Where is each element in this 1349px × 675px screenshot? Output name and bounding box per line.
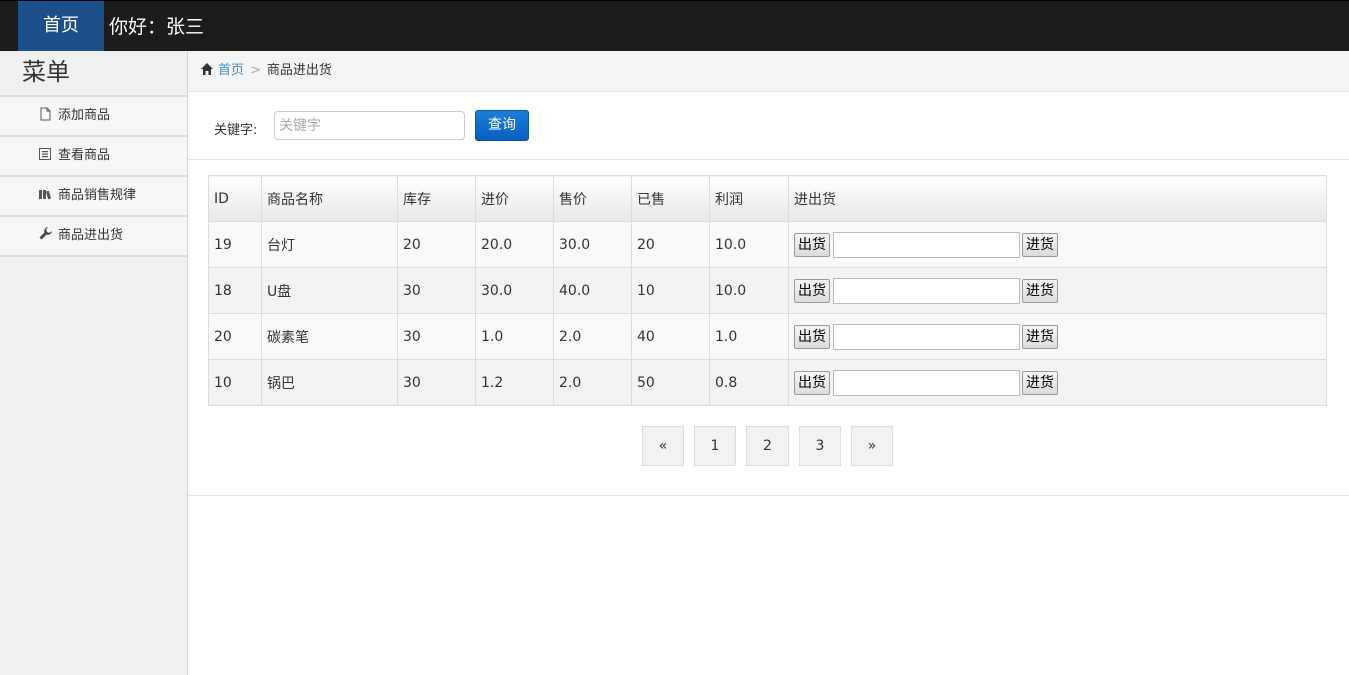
cell-cost: 30.0: [475, 267, 554, 314]
top-navbar: 首页 你好：张三: [0, 0, 1349, 51]
cell-cost: 20.0: [475, 221, 554, 268]
product-table: ID 商品名称 库存 进价 售价 已售 利润 进出货 19 台灯 20 20.0…: [208, 175, 1327, 406]
sidebar-item-label: 添加商品: [58, 108, 111, 123]
user-greeting: 你好：张三: [109, 16, 205, 38]
cell-profit: 10.0: [709, 221, 789, 268]
cell-stock: 30: [397, 313, 476, 360]
table-row: 20 碳素笔 30 1.0 2.0 40 1.0 出货 进货: [208, 313, 1327, 360]
column-header-actions: 进出货: [788, 175, 1327, 222]
stock-in-button[interactable]: 进货: [1022, 324, 1058, 349]
quantity-input[interactable]: [833, 277, 1020, 304]
breadcrumb: 首页 > 商品进出货: [188, 51, 1349, 92]
cell-actions: 出货 进货: [788, 221, 1327, 268]
keyword-input[interactable]: [274, 111, 465, 140]
column-header-cost: 进价: [475, 175, 554, 222]
query-button[interactable]: 查询: [475, 110, 529, 141]
pagination-prev-button[interactable]: «: [642, 426, 684, 466]
cell-stock: 20: [397, 221, 476, 268]
cell-profit: 0.8: [709, 359, 789, 406]
stock-in-button[interactable]: 进货: [1022, 278, 1058, 303]
nav-home-button[interactable]: 首页: [18, 1, 104, 51]
breadcrumb-separator: >: [250, 63, 261, 78]
sidebar-item-view-products[interactable]: 查看商品: [0, 137, 187, 177]
quantity-input[interactable]: [833, 231, 1020, 258]
product-panel: ID 商品名称 库存 进价 售价 已售 利润 进出货 19 台灯 20 20.0…: [188, 161, 1349, 496]
cell-id: 19: [208, 221, 262, 268]
cell-price: 40.0: [553, 267, 632, 314]
cell-name: 碳素笔: [261, 313, 398, 360]
cell-name: 锅巴: [261, 359, 398, 406]
column-header-name: 商品名称: [261, 175, 398, 222]
column-header-stock: 库存: [397, 175, 476, 222]
cell-stock: 30: [397, 267, 476, 314]
cell-sold: 10: [631, 267, 710, 314]
cell-id: 20: [208, 313, 262, 360]
sidebar: 菜单 添加商品 查看商品 商品销售规律 商品进出货: [0, 51, 188, 675]
keyword-label: 关键字:: [214, 123, 258, 138]
cell-price: 2.0: [553, 313, 632, 360]
pagination-page-1[interactable]: 1: [694, 426, 736, 466]
cell-profit: 1.0: [709, 313, 789, 360]
menu-title: 菜单: [0, 51, 187, 97]
stock-out-button[interactable]: 出货: [794, 370, 830, 395]
column-header-id: ID: [208, 175, 262, 222]
sidebar-item-add-product[interactable]: 添加商品: [0, 97, 187, 137]
pagination-next-button[interactable]: »: [851, 426, 893, 466]
breadcrumb-home-link[interactable]: 首页: [218, 63, 244, 78]
sidebar-item-label: 商品销售规律: [58, 188, 137, 203]
pagination-page-2[interactable]: 2: [746, 426, 789, 466]
file-icon: [38, 99, 54, 121]
table-row: 10 锅巴 30 1.2 2.0 50 0.8 出货 进货: [208, 359, 1327, 406]
pagination-page-3[interactable]: 3: [799, 426, 841, 466]
cell-cost: 1.0: [475, 313, 554, 360]
cell-stock: 30: [397, 359, 476, 406]
sidebar-item-label: 商品进出货: [58, 228, 124, 243]
stock-out-button[interactable]: 出货: [794, 324, 830, 349]
column-header-sold: 已售: [631, 175, 710, 222]
cell-name: U盘: [261, 267, 398, 314]
cell-profit: 10.0: [709, 267, 789, 314]
quantity-input[interactable]: [833, 323, 1020, 350]
cell-id: 10: [208, 359, 262, 406]
stock-out-button[interactable]: 出货: [794, 278, 830, 303]
sidebar-item-sales-pattern[interactable]: 商品销售规律: [0, 177, 187, 217]
column-header-profit: 利润: [709, 175, 789, 222]
cell-id: 18: [208, 267, 262, 314]
quantity-input[interactable]: [833, 369, 1020, 396]
sidebar-item-stock-in-out[interactable]: 商品进出货: [0, 217, 187, 257]
stock-out-button[interactable]: 出货: [794, 232, 830, 257]
cell-sold: 20: [631, 221, 710, 268]
stock-in-button[interactable]: 进货: [1022, 232, 1058, 257]
cell-sold: 50: [631, 359, 710, 406]
table-header-row: ID 商品名称 库存 进价 售价 已售 利润 进出货: [208, 175, 1327, 222]
cell-actions: 出货 进货: [788, 313, 1327, 360]
sidebar-item-label: 查看商品: [58, 148, 111, 163]
cell-sold: 40: [631, 313, 710, 360]
breadcrumb-current: 商品进出货: [266, 63, 332, 78]
list-icon: [38, 139, 54, 160]
cell-cost: 1.2: [475, 359, 554, 406]
search-bar: 关键字: 查询: [188, 93, 1349, 160]
wrench-icon: [38, 219, 54, 240]
cell-price: 2.0: [553, 359, 632, 406]
cell-name: 台灯: [261, 221, 398, 268]
cell-actions: 出货 进货: [788, 267, 1327, 314]
main-content: 首页 > 商品进出货 关键字: 查询 ID 商品名称 库存 进价 售价 已售 利润: [188, 51, 1349, 675]
cell-price: 30.0: [553, 221, 632, 268]
home-icon: [200, 53, 214, 75]
table-row: 18 U盘 30 30.0 40.0 10 10.0 出货 进货: [208, 267, 1327, 314]
cell-actions: 出货 进货: [788, 359, 1327, 406]
stock-in-button[interactable]: 进货: [1022, 370, 1058, 395]
table-row: 19 台灯 20 20.0 30.0 20 10.0 出货 进货: [208, 221, 1327, 268]
column-header-price: 售价: [553, 175, 632, 222]
books-icon: [38, 179, 54, 200]
